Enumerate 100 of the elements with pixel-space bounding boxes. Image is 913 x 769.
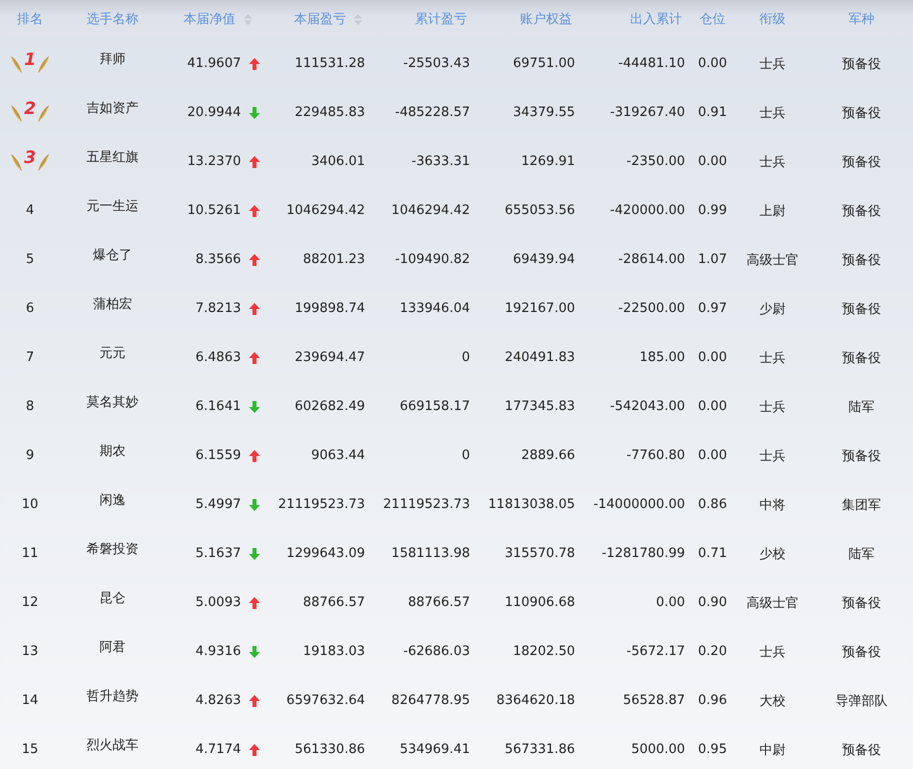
table-cell-text: 少尉 xyxy=(760,300,786,318)
table-cell: 10.5261 xyxy=(187,203,241,218)
player-name: 昆仑 xyxy=(100,590,126,606)
table-cell: 20.9944 xyxy=(187,105,241,120)
player-name: 哲升趋势 xyxy=(86,688,138,704)
table-cell-text: 中尉 xyxy=(760,742,786,758)
wing-icon xyxy=(36,152,50,172)
table-cell: 133946.04 xyxy=(400,301,470,316)
table-cell: 6.1559 xyxy=(196,448,241,463)
table-cell: 655053.56 xyxy=(504,203,575,218)
table-cell: 0.99 xyxy=(698,203,727,218)
table-cell-text: 高级士官 xyxy=(746,594,798,612)
player-name: 元一生运 xyxy=(86,198,138,214)
table-cell: 19183.03 xyxy=(302,644,365,659)
rank-number: 9 xyxy=(26,448,34,463)
player-name: 期农 xyxy=(100,442,126,460)
column-header[interactable]: 本届盈亏 xyxy=(294,10,362,28)
table-cell-text: 士兵 xyxy=(760,56,786,72)
table-cell: 1581113.98 xyxy=(391,546,470,561)
wing-icon xyxy=(36,54,50,74)
sort-icon[interactable] xyxy=(244,14,252,24)
table-cell: -62686.03 xyxy=(403,644,470,659)
rank-number: 6 xyxy=(26,301,34,316)
table-cell: 8.3566 xyxy=(196,252,241,267)
table-cell: -5672.17 xyxy=(626,644,685,659)
table-cell: -1281780.99 xyxy=(602,546,685,561)
table-cell-text: 上尉 xyxy=(760,202,786,220)
table-cell: 0.00 xyxy=(698,154,727,169)
table-cell: 1269.91 xyxy=(521,154,575,169)
column-header[interactable]: 本届净值 xyxy=(184,10,252,28)
table-cell-text: 预备役 xyxy=(842,252,881,268)
table-cell: 602682.49 xyxy=(294,399,365,414)
rank-number: 13 xyxy=(22,644,38,659)
table-cell: 1046294.42 xyxy=(391,203,470,218)
rank-number: 5 xyxy=(26,252,34,267)
rank-number: 10 xyxy=(22,497,38,512)
table-cell: 0.00 xyxy=(698,448,727,463)
table-cell-text: 预备役 xyxy=(842,448,881,464)
table-cell-text: 预备役 xyxy=(842,104,881,122)
table-cell: 5.4997 xyxy=(196,497,241,512)
table-cell: 8264778.95 xyxy=(391,693,470,708)
table-cell: 240491.83 xyxy=(504,350,575,365)
table-cell: -319267.40 xyxy=(610,105,685,120)
player-name: 阿君 xyxy=(100,638,126,656)
table-cell-text: 士兵 xyxy=(760,104,786,122)
table-cell: 18202.50 xyxy=(512,644,575,659)
table-cell: 21119523.73 xyxy=(278,497,365,512)
table-cell-text: 士兵 xyxy=(760,154,786,170)
table-cell: 561330.86 xyxy=(294,742,365,757)
wing-icon xyxy=(10,102,24,122)
player-name: 五星红旗 xyxy=(86,148,138,166)
rank-number: 11 xyxy=(22,546,38,561)
table-cell-text: 预备役 xyxy=(842,56,881,72)
table-cell: -7760.80 xyxy=(626,448,685,463)
table-cell: 0.97 xyxy=(698,301,727,316)
table-cell: 34379.55 xyxy=(512,105,575,120)
table-cell: 0 xyxy=(462,350,470,365)
table-cell: -14000000.00 xyxy=(593,497,685,512)
table-cell: 0.71 xyxy=(698,546,727,561)
table-cell: 5.0093 xyxy=(196,595,241,610)
table-cell: 21119523.73 xyxy=(383,497,470,512)
table-cell: 6.1641 xyxy=(196,399,241,414)
player-name: 希磐投资 xyxy=(86,540,138,558)
table-cell: -3633.31 xyxy=(412,154,470,169)
table-cell-text: 预备役 xyxy=(842,594,881,612)
table-cell: 4.7174 xyxy=(196,742,241,757)
table-cell-text: 陆军 xyxy=(848,546,874,562)
table-cell: -109490.82 xyxy=(395,252,470,267)
table-cell: 1046294.42 xyxy=(286,203,365,218)
table-cell-text: 士兵 xyxy=(760,448,786,464)
table-cell: -44481.10 xyxy=(618,56,685,71)
table-cell: 0.91 xyxy=(698,105,727,120)
table-cell-text: 导弹部队 xyxy=(836,692,888,710)
player-name: 蒲柏宏 xyxy=(93,296,132,312)
wing-icon xyxy=(36,102,50,122)
table-cell: -2350.00 xyxy=(626,154,685,169)
table-cell: 0.00 xyxy=(698,56,727,71)
table-cell: 88766.57 xyxy=(302,595,365,610)
table-cell: 4.8263 xyxy=(196,693,241,708)
table-cell: 1299643.09 xyxy=(286,546,365,561)
rank-number: 2 xyxy=(24,98,36,118)
table-cell: 7.8213 xyxy=(196,301,241,316)
table-cell-text: 预备役 xyxy=(842,644,881,660)
table-cell: 69439.94 xyxy=(512,252,575,267)
table-cell: 6.4863 xyxy=(196,350,241,365)
table-cell: 88201.23 xyxy=(302,252,365,267)
table-cell-text: 预备役 xyxy=(842,202,881,220)
rank-number: 7 xyxy=(26,350,34,365)
table-cell: -22500.00 xyxy=(618,301,685,316)
table-cell-text: 预备役 xyxy=(842,350,881,366)
table-cell: 69751.00 xyxy=(512,56,575,71)
sort-icon[interactable] xyxy=(354,14,362,24)
table-cell: 11813038.05 xyxy=(488,497,575,512)
table-cell: 2889.66 xyxy=(521,448,575,463)
table-cell: 534969.41 xyxy=(400,742,470,757)
table-cell-text: 士兵 xyxy=(760,644,786,660)
table-cell: 199898.74 xyxy=(294,301,365,316)
column-header: 选手名称 xyxy=(86,11,138,28)
table-cell: 0.90 xyxy=(698,595,727,610)
rank-number: 14 xyxy=(22,693,38,708)
